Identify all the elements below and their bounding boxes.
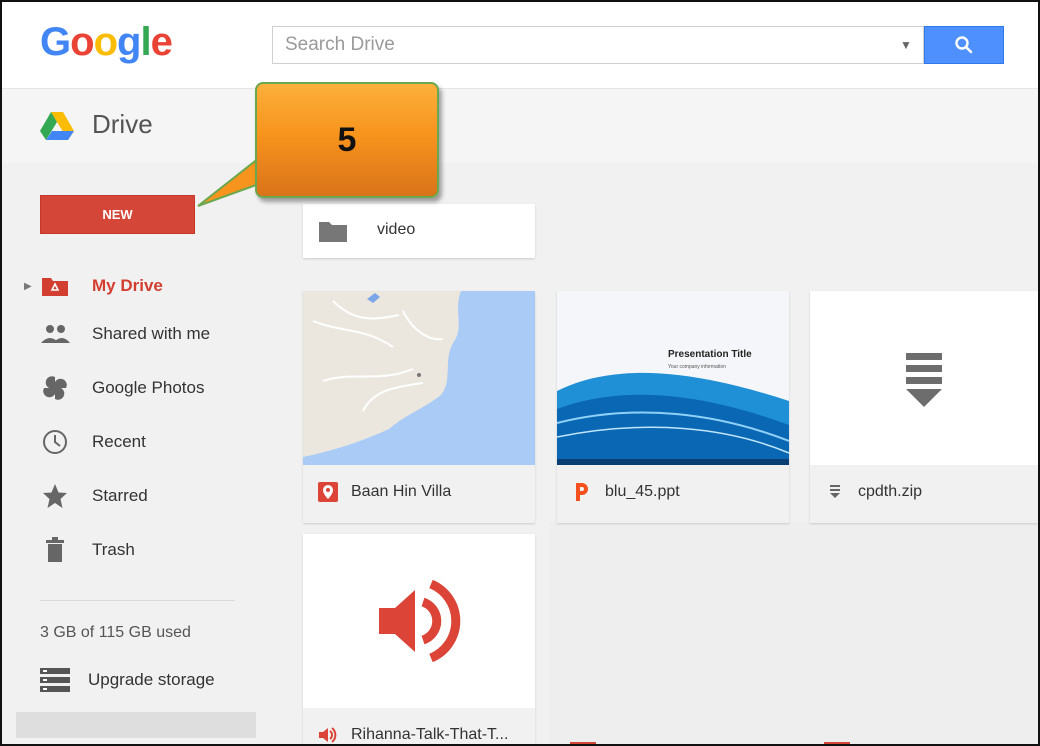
file-name: blu_45.ppt <box>605 483 680 500</box>
file-name: Baan Hin Villa <box>351 483 452 500</box>
sidebar-item-recent[interactable]: Recent <box>2 422 272 462</box>
drive-logo-icon[interactable] <box>40 112 74 140</box>
sidebar-item-label: Google Photos <box>92 378 205 397</box>
archive-thumbnail <box>810 291 1038 465</box>
search-icon <box>955 36 973 54</box>
clock-icon <box>40 427 70 457</box>
file-card[interactable]: Rihanna-Talk-That-T... <box>303 534 535 744</box>
slide-subtitle: Your company information <box>668 364 726 370</box>
sidebar-item-label: Trash <box>92 540 135 559</box>
photos-icon <box>40 373 70 403</box>
upgrade-storage-link[interactable]: Upgrade storage <box>40 666 215 694</box>
sidebar-item-label: My Drive <box>92 276 163 295</box>
expand-arrow-icon[interactable]: ▶ <box>24 281 32 292</box>
app-window: Google ▼ Drive NEW ▶ My Dri <box>0 0 1040 746</box>
search-input[interactable] <box>273 28 889 62</box>
sidebar-item-google-photos[interactable]: Google Photos <box>2 368 272 408</box>
star-icon <box>40 481 70 511</box>
file-name: Rihanna-Talk-That-T... <box>351 726 509 743</box>
file-card[interactable]: cpdth.zip <box>810 291 1038 523</box>
shared-icon <box>40 319 70 349</box>
sidebar-item-label: Shared with me <box>92 324 211 343</box>
file-card[interactable]: Baan Hin Villa <box>303 291 535 523</box>
audio-thumbnail <box>303 534 535 708</box>
search-box: ▼ <box>272 26 924 64</box>
search-options-dropdown[interactable]: ▼ <box>889 38 923 52</box>
step-callout: 5 <box>255 82 439 198</box>
sidebar-item-label: Starred <box>92 486 148 505</box>
folder-name: video <box>377 221 416 238</box>
my-drive-icon <box>40 271 70 301</box>
sidebar-divider <box>40 600 235 601</box>
presentation-thumbnail: Presentation Title Your company informat… <box>557 291 789 465</box>
map-pin-icon <box>317 481 339 503</box>
archive-icon <box>824 481 846 503</box>
partial-file-icon <box>824 742 850 744</box>
powerpoint-icon <box>571 481 593 503</box>
file-caption: blu_45.ppt <box>557 465 789 523</box>
storage-icon <box>40 668 70 692</box>
drive-title: Drive <box>92 109 153 139</box>
map-thumbnail <box>303 291 535 465</box>
file-caption: Rihanna-Talk-That-T... <box>303 708 535 744</box>
storage-quota: 3 GB of 115 GB used <box>40 624 191 641</box>
upgrade-storage-label: Upgrade storage <box>88 670 215 689</box>
sidebar-item-my-drive[interactable]: ▶ My Drive <box>2 266 272 306</box>
top-bar: Google ▼ <box>2 2 1038 88</box>
folder-item[interactable]: video <box>303 204 535 258</box>
trash-icon <box>40 535 70 565</box>
file-caption: Baan Hin Villa <box>303 465 535 523</box>
google-logo[interactable]: Google <box>40 20 173 65</box>
sidebar-item-starred[interactable]: Starred <box>2 476 272 516</box>
sidebar-item-trash[interactable]: Trash <box>2 530 272 570</box>
audio-icon <box>317 724 339 744</box>
partial-file-icon <box>570 742 596 744</box>
file-name: cpdth.zip <box>858 483 923 500</box>
empty-grid-area <box>550 522 1038 744</box>
file-card[interactable]: Presentation Title Your company informat… <box>557 291 789 523</box>
sidebar-item-shared-with-me[interactable]: Shared with me <box>2 314 272 354</box>
slide-title: Presentation Title <box>668 349 752 360</box>
file-caption: cpdth.zip <box>810 465 1038 523</box>
folder-icon <box>319 222 347 242</box>
sidebar-item-label: Recent <box>92 432 146 451</box>
drive-header <box>2 88 1038 164</box>
search-button[interactable] <box>924 26 1004 64</box>
new-button[interactable]: NEW <box>40 195 195 234</box>
computers-item-partial[interactable] <box>16 712 256 738</box>
